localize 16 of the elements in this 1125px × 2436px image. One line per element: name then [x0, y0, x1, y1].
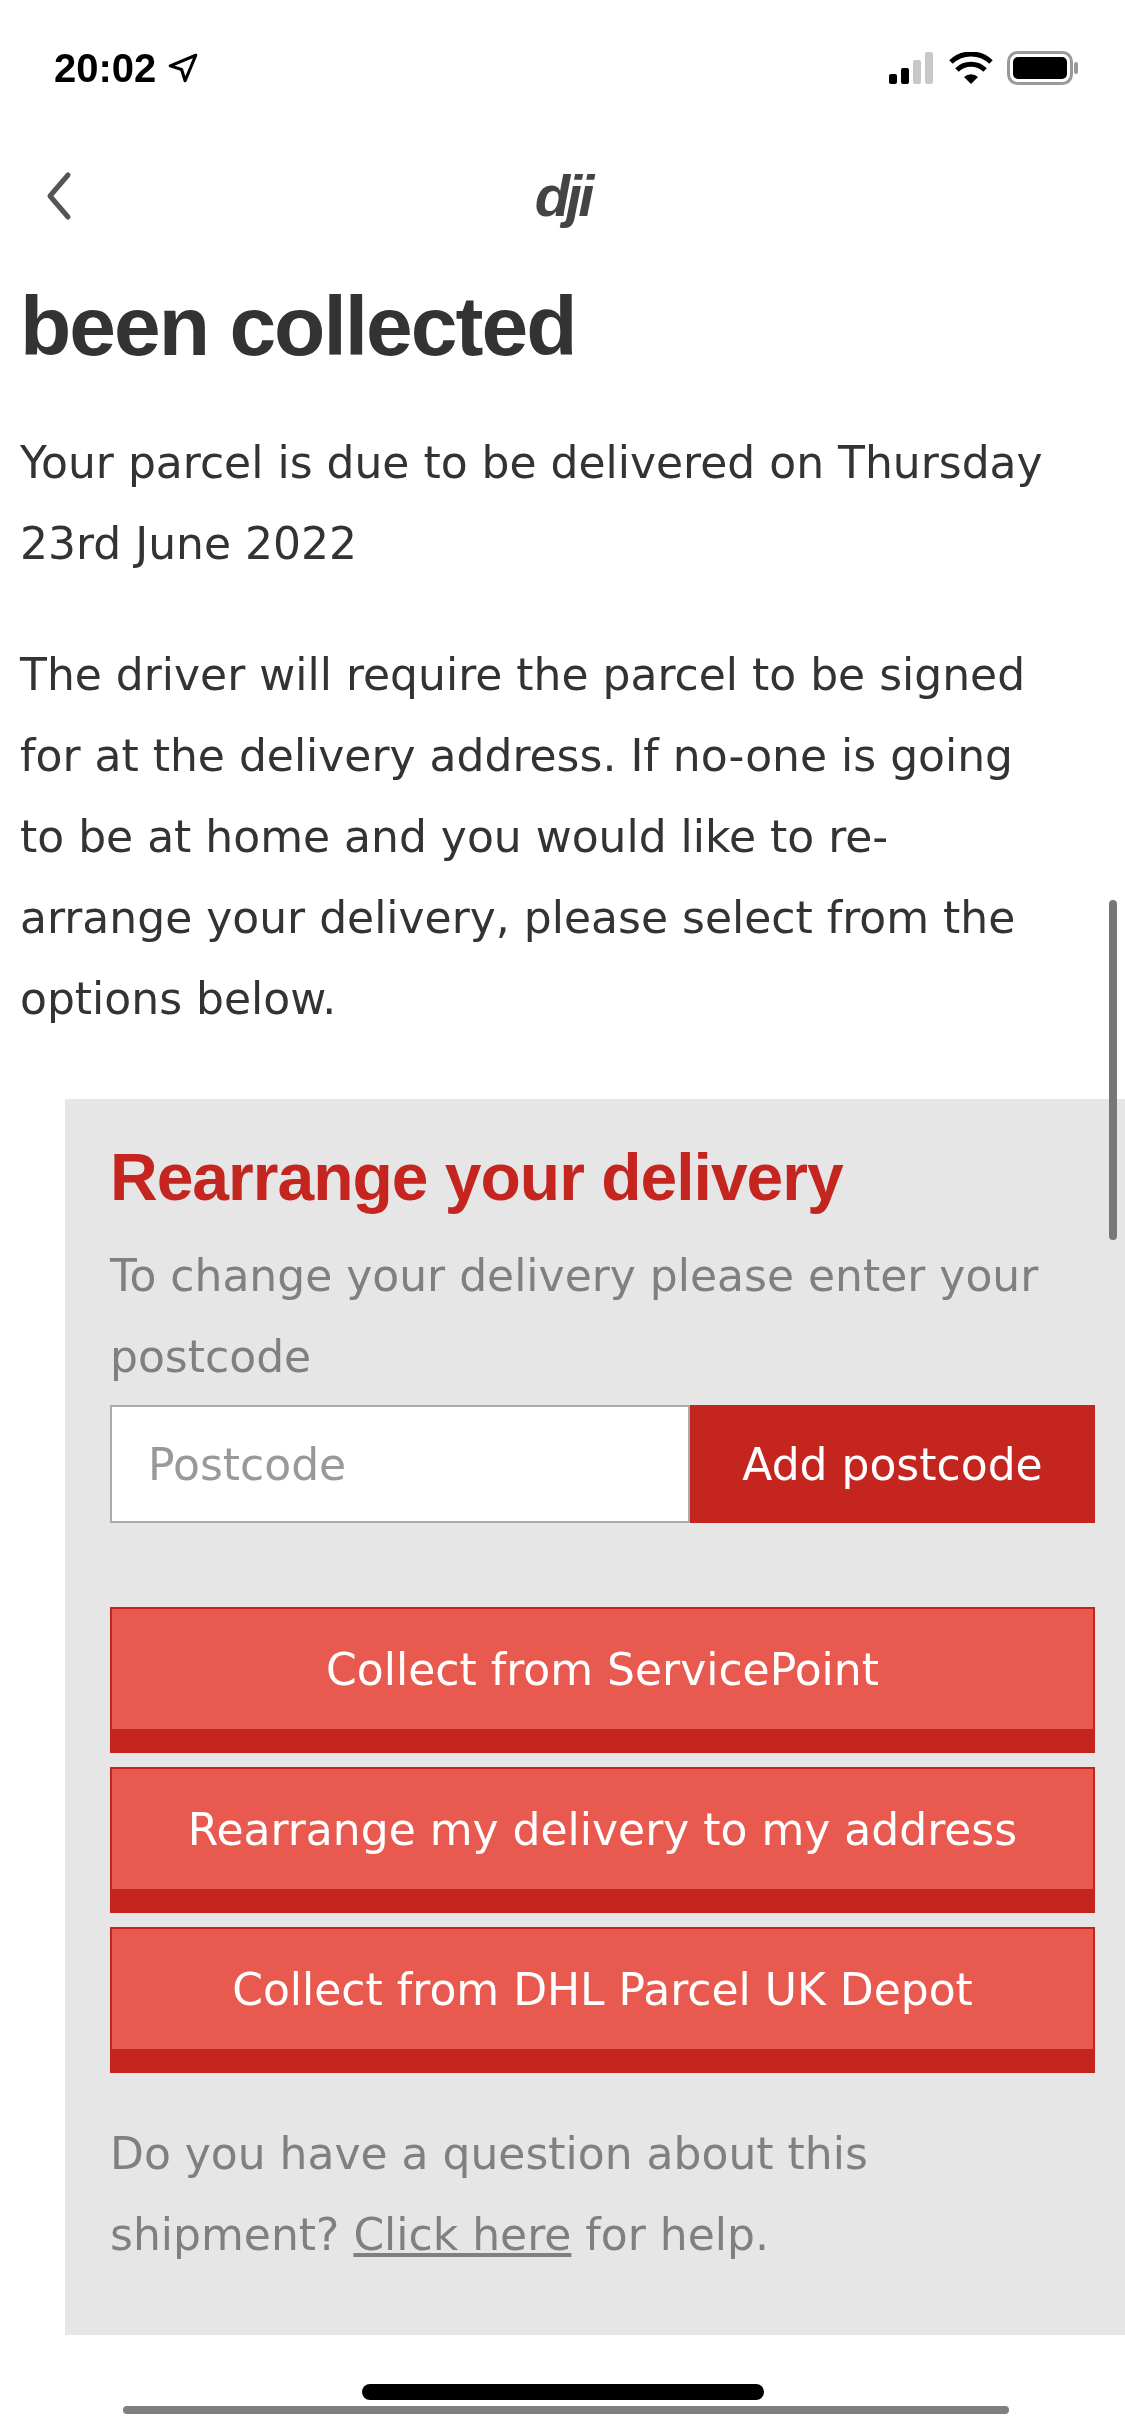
add-postcode-button[interactable]: Add postcode: [690, 1405, 1095, 1524]
help-link[interactable]: Click here: [353, 2209, 572, 2261]
status-time: 20:02: [54, 45, 157, 91]
wifi-icon: [949, 52, 993, 84]
body-paragraph: The driver will require the parcel to be signed for at the delivery address. If no-one is going to be at home and you would like to re-arrange your delivery, please select from the options below.: [20, 648, 1027, 1027]
panel-title: Rearrange your delivery: [110, 1139, 845, 1216]
signal-icon: [889, 52, 935, 84]
delivery-option-button[interactable]: Collect from DHL Parcel UK Depot: [110, 1927, 1095, 2074]
body-paragraph: Your parcel is due to be delivered on Thursday 23rd June 2022: [20, 436, 1044, 572]
page-heading: been collected: [20, 280, 577, 373]
help-text: Do you have a question about this shipment? Click here for help.: [110, 2127, 869, 2263]
delivery-option-button[interactable]: Rearrange my delivery to my address: [110, 1767, 1095, 1914]
battery-icon: [1007, 51, 1079, 85]
panel-intro: To change your delivery please enter your postcode: [110, 1249, 1040, 1385]
delivery-option-button[interactable]: Collect from ServicePoint: [110, 1607, 1095, 1754]
postcode-field[interactable]: Postcode: [110, 1405, 690, 1524]
